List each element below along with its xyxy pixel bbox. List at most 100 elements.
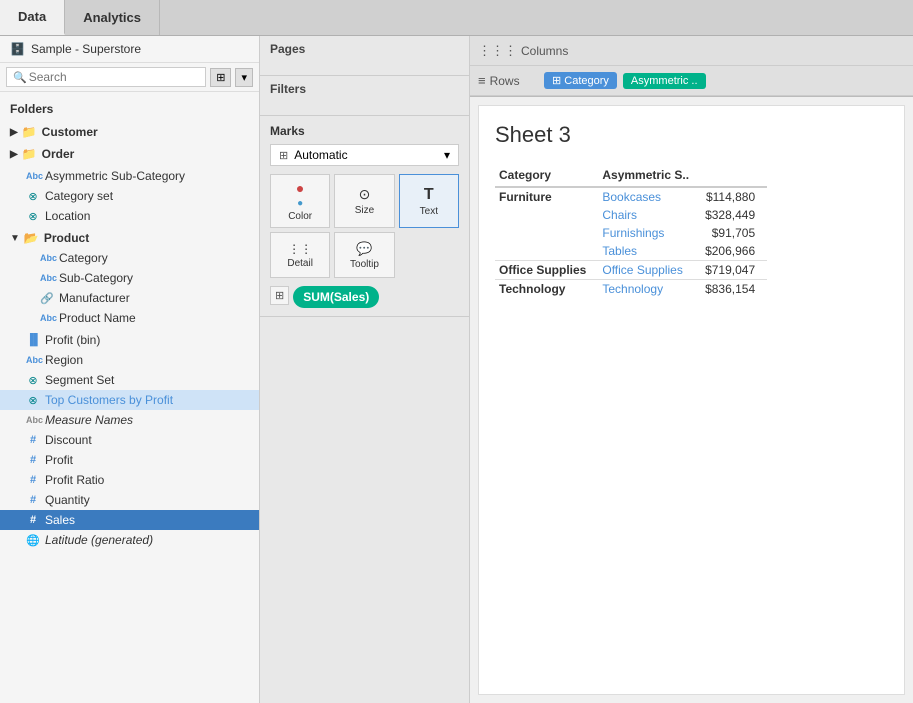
field-profit[interactable]: # Profit xyxy=(0,450,259,470)
field-top-customers[interactable]: ⊗ Top Customers by Profit xyxy=(0,390,259,410)
col-header-asymmetric: Asymmetric S.. xyxy=(598,164,701,187)
field-product-name[interactable]: Abc Product Name xyxy=(0,308,259,328)
rows-pill-category[interactable]: ⊞ Category xyxy=(544,72,617,89)
group-order-header[interactable]: ▶ 📁 Order xyxy=(0,144,259,164)
filters-label: Filters xyxy=(270,82,459,96)
search-input-wrap[interactable]: 🔍 xyxy=(6,67,206,87)
columns-text: Columns xyxy=(521,44,568,58)
rows-pill-asymmetric[interactable]: Analytics Asymmetric .. xyxy=(623,73,706,89)
folders-header: Folders xyxy=(0,98,259,120)
group-customer: ▶ 📁 Customer xyxy=(0,122,259,142)
globe-icon-latitude: 🌐 xyxy=(26,534,40,547)
size-mark-label: Size xyxy=(355,205,374,216)
sum-sales-pill[interactable]: SUM(Sales) xyxy=(293,286,379,308)
field-category-set[interactable]: ⊗ Category set xyxy=(0,186,259,206)
field-asymmetric-sub-category[interactable]: Abc Asymmetric Sub-Category xyxy=(0,166,259,186)
left-panel: 🗄️ Sample - Superstore 🔍 ⊞ ▾ Folders ▶ 📁… xyxy=(0,36,260,703)
marks-type-dropdown[interactable]: ⊞ Automatic ▾ xyxy=(270,144,459,166)
tab-analytics[interactable]: Analytics xyxy=(65,0,160,35)
sheet-title: Sheet 3 xyxy=(495,122,888,148)
sort-button[interactable]: ▾ xyxy=(235,68,253,87)
field-name-product-name: Product Name xyxy=(59,311,136,325)
table-cell-value: $206,966 xyxy=(701,242,767,261)
field-measure-names[interactable]: Abc Measure Names xyxy=(0,410,259,430)
middle-panel: Pages Filters Marks ⊞ Automatic ▾ ● ● Co… xyxy=(260,36,470,703)
table-cell-sub: Tables xyxy=(598,242,701,261)
columns-icon: ⋮⋮⋮ xyxy=(478,43,517,59)
field-name-category: Category xyxy=(59,251,108,265)
rows-shelf: ≡ Rows ⊞ Category Analytics Asymmetric .… xyxy=(470,66,913,96)
field-name-category-set: Category set xyxy=(45,189,113,203)
rows-text: Rows xyxy=(490,74,520,88)
table-cell-value: $328,449 xyxy=(701,206,767,224)
field-segment-set[interactable]: ⊗ Segment Set xyxy=(0,370,259,390)
field-name-profit: Profit xyxy=(45,453,73,467)
columns-label: ⋮⋮⋮ Columns xyxy=(478,43,568,59)
group-product-header[interactable]: ▼ 📂 Product xyxy=(0,228,259,248)
text-mark-button[interactable]: T Text xyxy=(399,174,459,228)
text-mark-icon: T xyxy=(424,186,434,204)
filters-shelf: Filters xyxy=(260,76,469,116)
field-name-measure-names: Measure Names xyxy=(45,413,133,427)
set-icon-segment: ⊗ xyxy=(26,374,40,387)
group-customer-header[interactable]: ▶ 📁 Customer xyxy=(0,122,259,142)
tab-data[interactable]: Data xyxy=(0,0,65,35)
field-manufacturer[interactable]: 🔗 Manufacturer xyxy=(0,288,259,308)
color-mark-icon: ● xyxy=(296,180,304,196)
list-view-button[interactable]: ⊞ xyxy=(210,68,231,87)
sheet-content: Sheet 3 Category Asymmetric S.. Furnitur… xyxy=(478,105,905,695)
field-profit-bin[interactable]: ▐▌ Profit (bin) xyxy=(0,330,259,350)
field-name-profit-ratio: Profit Ratio xyxy=(45,473,104,487)
order-folder-icon: 📁 xyxy=(22,147,37,161)
color-mark-button[interactable]: ● ● Color xyxy=(270,174,330,228)
marks-type-icon: ⊞ xyxy=(279,149,288,162)
field-region[interactable]: Abc Region xyxy=(0,350,259,370)
abc-icon-measure-names: Abc xyxy=(26,415,40,425)
search-input[interactable] xyxy=(29,70,200,84)
sum-sales-label: SUM(Sales) xyxy=(303,290,369,304)
set-icon-category: ⊗ xyxy=(26,190,40,203)
link-icon-manufacturer: 🔗 xyxy=(40,292,54,305)
field-discount[interactable]: # Discount xyxy=(0,430,259,450)
pages-shelf: Pages xyxy=(260,36,469,76)
field-category[interactable]: Abc Category xyxy=(0,248,259,268)
marks-label: Marks xyxy=(270,124,459,138)
customer-toggle-icon: ▶ xyxy=(10,127,18,138)
field-sales[interactable]: # Sales xyxy=(0,510,259,530)
size-mark-button[interactable]: ⊙ Size xyxy=(334,174,394,228)
field-name-quantity: Quantity xyxy=(45,493,90,507)
field-name-segment-set: Segment Set xyxy=(45,373,114,387)
field-name-asymmetric: Asymmetric Sub-Category xyxy=(45,169,185,183)
group-order: ▶ 📁 Order xyxy=(0,144,259,164)
field-quantity[interactable]: # Quantity xyxy=(0,490,259,510)
hash-icon-quantity: # xyxy=(26,494,40,506)
field-name-location: Location xyxy=(45,209,90,223)
table-cell-value: $836,154 xyxy=(701,280,767,299)
tooltip-mark-button[interactable]: 💬 Tooltip xyxy=(334,232,394,278)
table-cell-sub: Technology xyxy=(598,280,701,299)
data-source-icon: 🗄️ xyxy=(10,42,25,56)
col-header-category: Category xyxy=(495,164,598,187)
shelves-area: ⋮⋮⋮ Columns ≡ Rows ⊞ Category Analytics … xyxy=(470,36,913,97)
abc-icon-region: Abc xyxy=(26,355,40,365)
field-sub-category[interactable]: Abc Sub-Category xyxy=(0,268,259,288)
field-location[interactable]: ⊗ Location xyxy=(0,206,259,226)
table-cell-category: Technology xyxy=(495,280,598,299)
field-name-latitude: Latitude (generated) xyxy=(45,533,153,547)
group-product: ▼ 📂 Product Abc Category Abc Sub-Categor… xyxy=(0,228,259,328)
table-cell-sub: Chairs xyxy=(598,206,701,224)
product-label: Product xyxy=(44,231,89,245)
field-name-discount: Discount xyxy=(45,433,92,447)
detail-mark-button[interactable]: ⋮⋮ Detail xyxy=(270,232,330,278)
abc-icon-category: Abc xyxy=(40,253,54,263)
rows-pill-asymmetric-text: Asymmetric .. xyxy=(631,75,698,87)
table-cell-value: $114,880 xyxy=(701,187,767,206)
table-cell-category: Office Supplies xyxy=(495,261,598,280)
field-profit-ratio[interactable]: # Profit Ratio xyxy=(0,470,259,490)
field-latitude[interactable]: 🌐 Latitude (generated) xyxy=(0,530,259,550)
customer-label: Customer xyxy=(42,125,98,139)
tooltip-mark-label: Tooltip xyxy=(350,259,379,270)
customer-folder-icon: 📁 xyxy=(22,125,37,139)
order-toggle-icon: ▶ xyxy=(10,149,18,160)
fields-area: Folders ▶ 📁 Customer ▶ 📁 Order Abc xyxy=(0,92,259,703)
